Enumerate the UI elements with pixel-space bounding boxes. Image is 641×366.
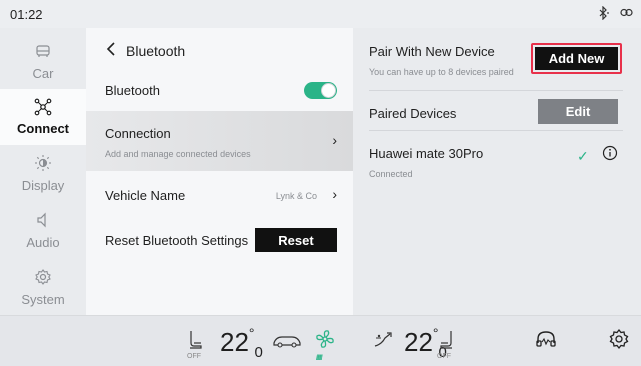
reset-button[interactable]: Reset [255,228,337,252]
vehicle-name-value: Lynk & Co [275,191,317,201]
left-temp-decimal: 0 [254,344,263,362]
device-status: Connected [369,169,413,179]
connection-row[interactable]: Connection Add and manage connected devi… [86,111,353,171]
connect-icon [0,97,86,119]
bluetooth-toggle-row: Bluetooth [86,66,353,116]
toggle-knob [321,83,336,98]
sidebar-item-connect[interactable]: Connect [0,89,86,145]
connection-subtitle: Add and manage connected devices [105,149,251,159]
speaker-icon [0,211,86,233]
bluetooth-toggle[interactable] [304,82,337,99]
settings-gear-icon[interactable] [608,328,630,355]
pairing-panel: Pair With New Device You can have up to … [353,28,641,315]
airflow-direction-icon[interactable] [372,330,394,355]
back-icon[interactable] [106,42,116,59]
car-seat-icon [0,42,86,64]
pair-title: Pair With New Device [369,44,495,59]
device-name[interactable]: Huawei mate 30Pro [369,146,483,161]
chevron-right-icon: › [332,186,337,202]
reset-row: Reset Bluetooth Settings Reset [86,216,353,266]
fan-level-indicator: ////// [316,355,323,362]
sidebar-item-label: Car [32,66,54,81]
bluetooth-settings-panel: Bluetooth Bluetooth Connection Add and m… [86,28,353,315]
bluetooth-label: Bluetooth [105,83,160,98]
reset-label: Reset Bluetooth Settings [105,233,249,248]
page-title: Bluetooth [126,42,186,59]
seat-heat-left-label: OFF [187,353,201,360]
vehicle-name-row[interactable]: Vehicle Name Lynk & Co › [86,171,353,221]
pair-subtitle: You can have up to 8 devices paired [369,67,514,77]
sidebar-item-label: System [21,292,65,307]
seat-heat-left-icon[interactable] [186,329,206,356]
seat-heat-right-icon[interactable] [436,329,456,356]
left-temperature[interactable]: 22° 0 [220,325,263,362]
bluetooth-status-icon [598,5,610,23]
sidebar-item-audio[interactable]: Audio [0,203,86,259]
degree-symbol: ° [248,325,255,341]
headphones-icon[interactable] [535,329,557,354]
sidebar-item-display[interactable]: Display [0,146,86,202]
sidebar-item-label: Connect [17,121,69,136]
add-new-button[interactable]: Add New [535,47,618,70]
status-icons [598,5,633,23]
add-new-highlight: Add New [531,43,622,74]
sidebar-item-label: Display [21,178,65,193]
check-icon: ✓ [577,148,589,164]
sidebar-item-system[interactable]: System [0,260,86,316]
clock: 01:22 [10,7,43,22]
divider [369,130,623,131]
vehicle-name-label: Vehicle Name [105,188,186,203]
sidebar-item-label: Audio [26,235,60,250]
connected-link-icon [620,6,633,23]
left-temp-value: 22 [220,327,249,357]
sidebar-nav: Car Connect Display Audio System [0,28,86,315]
status-bar: 01:22 [0,0,641,28]
chevron-right-icon: › [332,132,337,148]
climate-bar: OFF 22°0 ////// 22°0 OFF [0,315,641,366]
connection-label: Connection [105,126,171,141]
recirculation-icon[interactable] [272,334,302,353]
edit-button[interactable]: Edit [538,99,618,124]
seat-heat-right-label: OFF [437,353,451,360]
sidebar-item-car[interactable]: Car [0,34,86,90]
fan-icon[interactable] [314,328,336,355]
back-title[interactable]: Bluetooth [106,42,185,59]
paired-devices-title: Paired Devices [369,106,457,121]
brightness-icon [0,154,86,176]
info-icon[interactable] [602,145,618,161]
divider [369,90,623,91]
right-temp-value: 22 [404,327,433,357]
gear-icon [0,268,86,290]
